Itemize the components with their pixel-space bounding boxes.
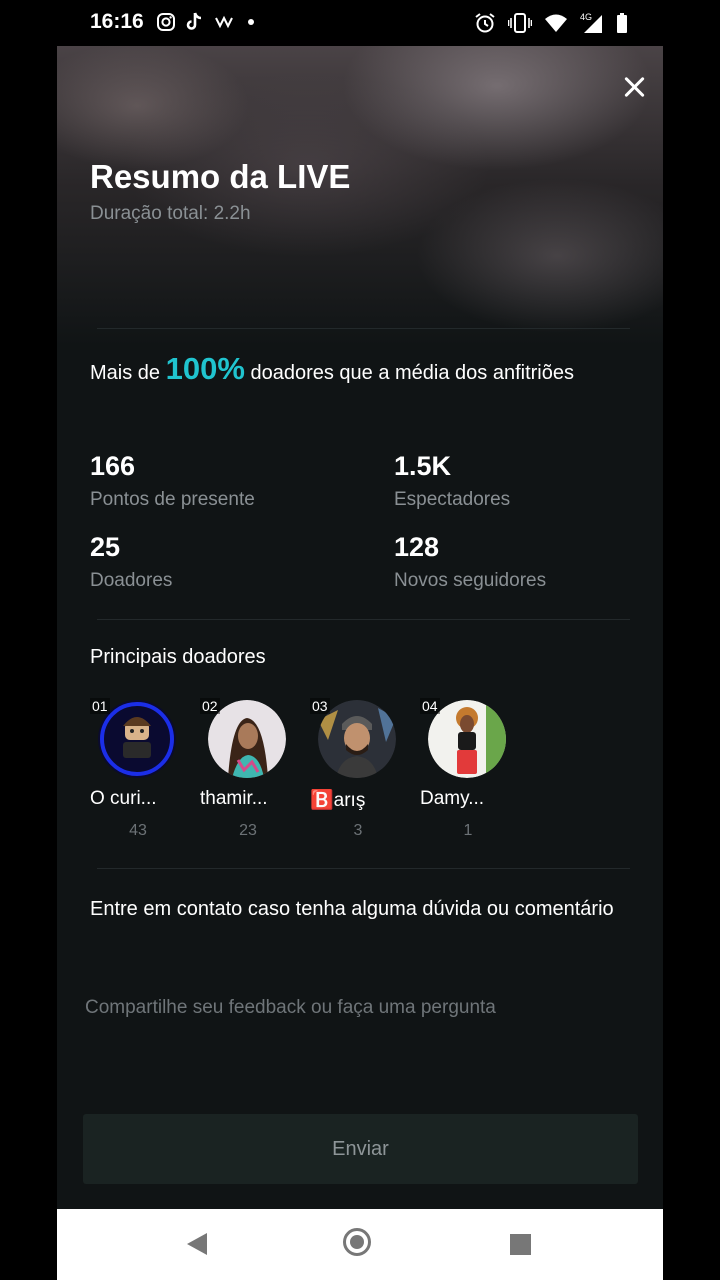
vibrate-icon — [508, 13, 532, 33]
donor-rank: 04 — [420, 698, 440, 714]
avatar[interactable] — [98, 700, 176, 778]
donor-name: 🅱️arış — [310, 790, 366, 811]
back-icon[interactable] — [187, 1233, 207, 1255]
donor-name: O curi... — [90, 788, 157, 809]
divider — [97, 868, 630, 869]
donor-rank: 02 — [200, 698, 220, 714]
comparison-percent: 100% — [165, 351, 245, 386]
comparison-text: Mais de 100% doadores que a média dos an… — [90, 351, 574, 386]
stat-gift-points-value: 166 — [90, 451, 136, 481]
donor-count: 43 — [129, 822, 147, 839]
signal-4g-icon: 4G — [580, 12, 602, 33]
donor-item[interactable]: 02 thamir... 23 — [200, 698, 300, 839]
recent-apps-icon[interactable] — [510, 1234, 531, 1255]
stat-new-followers-value: 128 — [394, 532, 440, 562]
home-icon[interactable] — [343, 1228, 371, 1256]
top-donors-title: Principais doadores — [90, 646, 266, 668]
avatar[interactable] — [428, 700, 506, 778]
stat-donors-label: Doadores — [90, 570, 173, 591]
tiktok-icon — [186, 12, 202, 30]
divider — [97, 328, 630, 329]
stat-new-followers-label: Novos seguidores — [394, 570, 547, 591]
status-bar: 16:16 4G — [0, 0, 720, 46]
contact-text: Entre em contato caso tenha alguma dúvid… — [90, 898, 614, 920]
donor-rank: 01 — [90, 698, 110, 714]
stat-donors-value: 25 — [90, 532, 121, 562]
donor-name: thamir... — [200, 788, 268, 809]
dot-icon — [248, 19, 254, 25]
stat-viewers-value: 1.5K — [394, 451, 452, 481]
donor-item[interactable]: 03 🅱️arış 3 — [310, 698, 410, 839]
avatar[interactable] — [318, 700, 396, 778]
stat-gift-points-label: Pontos de presente — [90, 489, 255, 510]
donor-name: Damy... — [420, 788, 485, 809]
donor-rank: 03 — [310, 698, 330, 714]
avatar[interactable] — [208, 700, 286, 778]
donor-item[interactable]: 01 O curi... 43 — [90, 698, 190, 839]
donor-count: 3 — [353, 822, 363, 839]
instagram-icon — [157, 13, 175, 31]
duration-text: Duração total: 2.2h — [90, 203, 251, 224]
close-icon[interactable] — [617, 70, 651, 104]
wifi-icon — [545, 14, 567, 32]
donor-count: 1 — [463, 822, 473, 839]
divider — [97, 619, 630, 620]
page-title: Resumo da LIVE — [90, 158, 351, 195]
donor-item[interactable]: 04 Damy... 1 — [420, 698, 520, 839]
alarm-icon — [475, 13, 495, 33]
svg-text:4G: 4G — [580, 12, 592, 22]
send-button[interactable]: Enviar — [83, 1114, 638, 1184]
hero-background-image — [57, 46, 663, 346]
battery-icon — [617, 13, 627, 33]
feedback-input[interactable] — [83, 991, 642, 1025]
navigation-bar — [57, 1209, 663, 1280]
app-icon — [215, 15, 233, 29]
status-time: 16:16 — [90, 10, 144, 33]
live-summary-panel: Resumo da LIVE Duração total: 2.2h Mais … — [57, 46, 663, 1209]
donor-count: 23 — [239, 822, 257, 839]
stat-viewers-label: Espectadores — [394, 489, 511, 510]
